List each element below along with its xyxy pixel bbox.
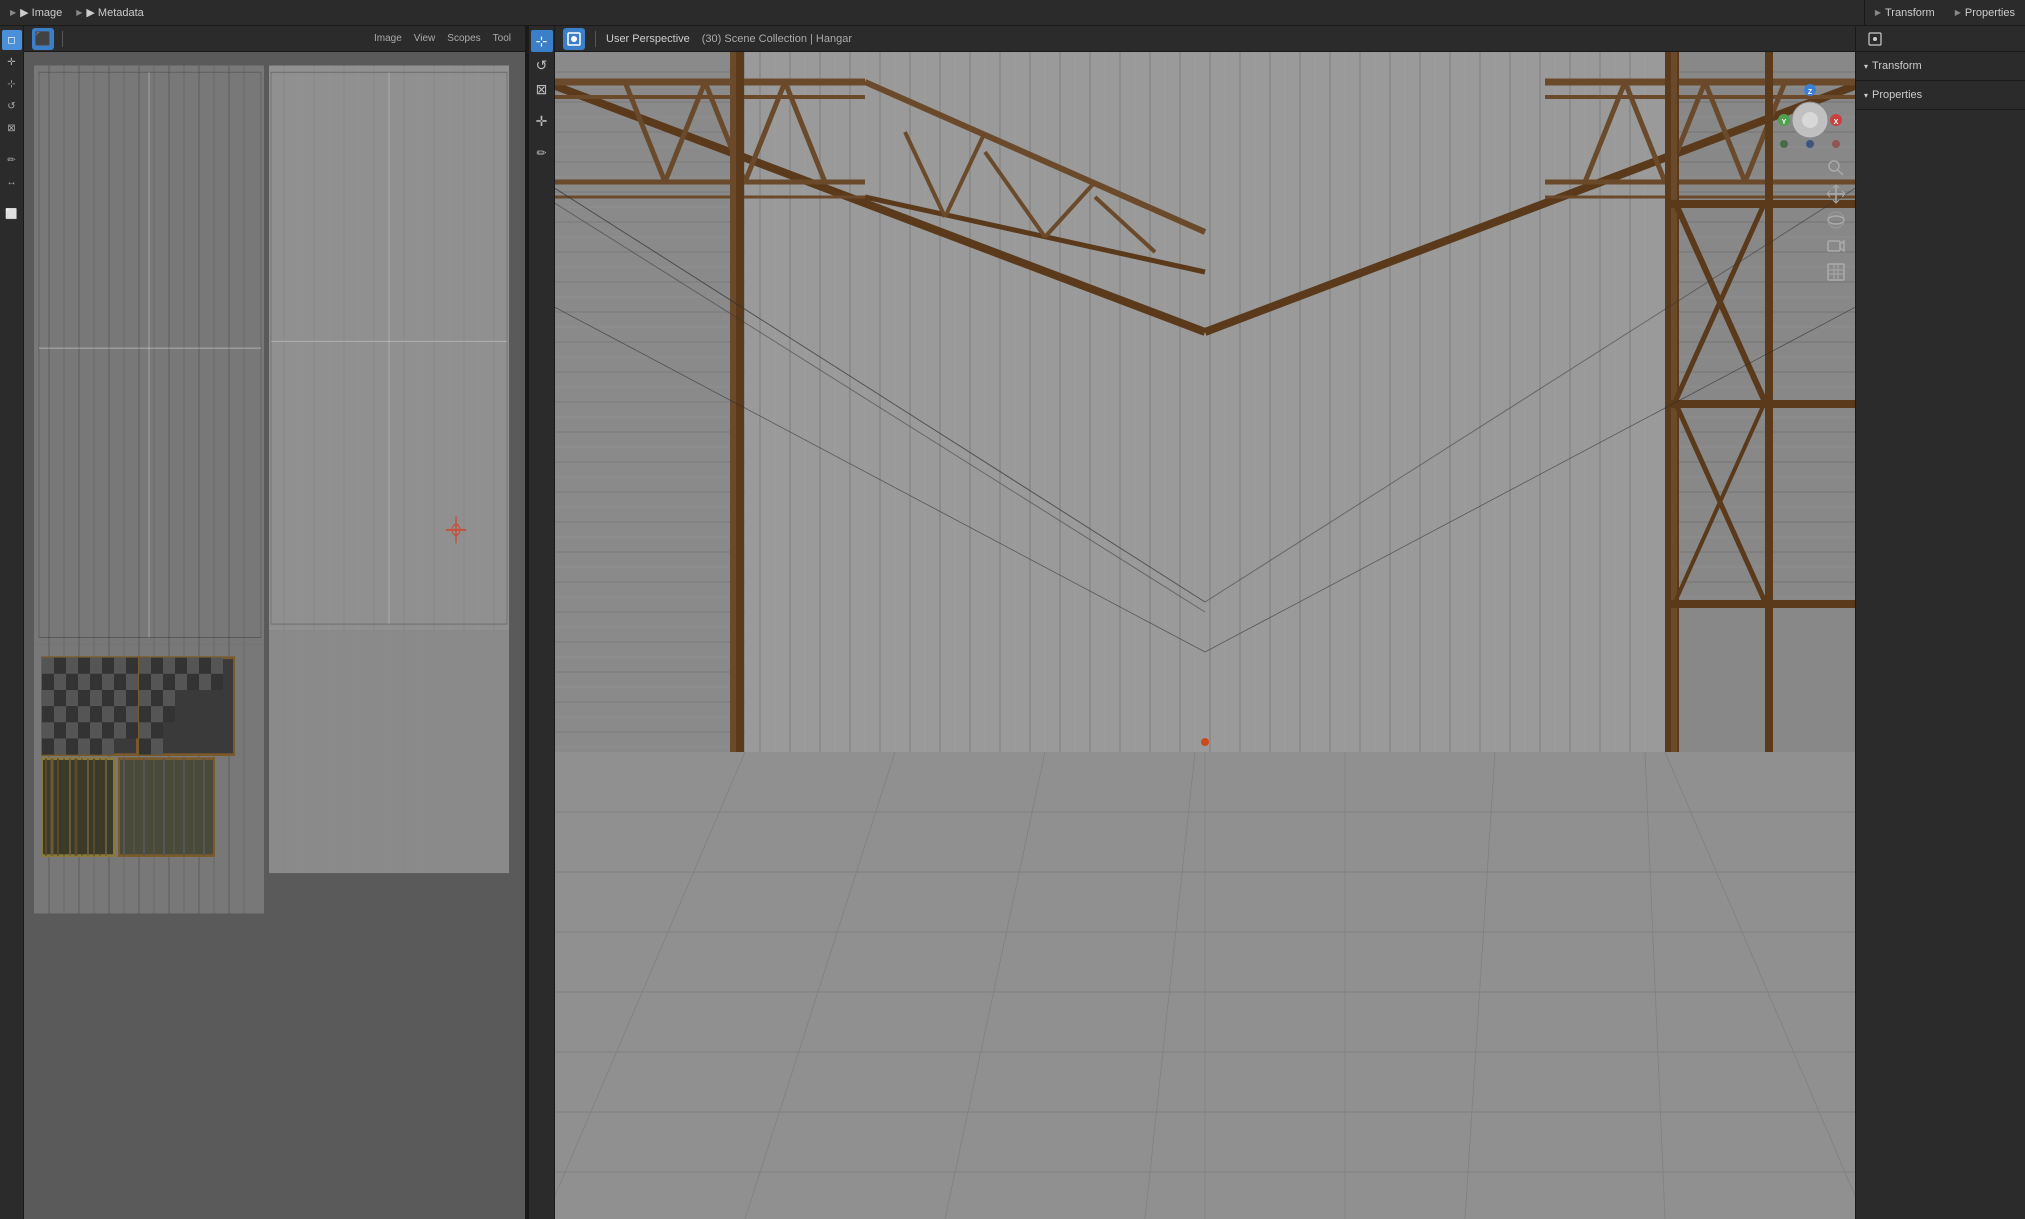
properties-section-label: Properties bbox=[1872, 89, 1922, 101]
right-sidebar-panel: ▾ Transform ▾ Properties bbox=[1855, 26, 2025, 1219]
uv-top-toolbar: ⬛ Image View Scopes Tool bbox=[24, 26, 525, 52]
uv-rotate-tool[interactable]: ↺ bbox=[2, 96, 22, 116]
viewport-scale-tool[interactable]: ⊠ bbox=[531, 78, 553, 100]
uv-editor-panel: ◻ ✛ ⊹ ↺ ⊠ ✏ ↔ ⬜ ⬛ Image View Scopes Tool bbox=[0, 26, 525, 1219]
tab-tool[interactable]: Tool bbox=[487, 26, 517, 51]
svg-text:Z: Z bbox=[1808, 89, 1813, 96]
transform-label: Transform bbox=[1885, 7, 1935, 19]
viewport-navigation-icons bbox=[1825, 157, 1847, 283]
uv-canvas-area[interactable] bbox=[24, 52, 525, 1219]
pan-view-icon[interactable] bbox=[1825, 183, 1847, 205]
menu-item-metadata[interactable]: ▶ ▶ Metadata bbox=[70, 4, 150, 21]
top-right-menu: ▶ Transform ▶ Properties bbox=[1864, 0, 2025, 26]
viewport-rotate-tool[interactable]: ↺ bbox=[531, 54, 553, 76]
properties-menu-item[interactable]: ▶ Properties bbox=[1945, 7, 2025, 19]
tab-view[interactable]: View bbox=[408, 26, 442, 51]
camera-view-icon[interactable] bbox=[1825, 235, 1847, 257]
svg-text:X: X bbox=[1834, 119, 1839, 126]
viewport-cursor-tool[interactable]: ✛ bbox=[531, 110, 553, 132]
uv-box-tool[interactable]: ⬜ bbox=[2, 204, 22, 224]
properties-section-header[interactable]: ▾ Properties bbox=[1864, 85, 2017, 105]
viewport-type-icon[interactable] bbox=[563, 28, 585, 50]
properties-arrow-icon: ▶ bbox=[1955, 8, 1961, 17]
hangar-scene[interactable]: Z X Y bbox=[555, 52, 1855, 1219]
uv-measure-tool[interactable]: ↔ bbox=[2, 172, 22, 192]
transform-section-header[interactable]: ▾ Transform bbox=[1864, 56, 2017, 76]
viewport-perspective-label: User Perspective bbox=[606, 33, 690, 45]
uv-scale-tool[interactable]: ⊠ bbox=[2, 118, 22, 138]
grid-view-icon[interactable] bbox=[1825, 261, 1847, 283]
properties-chevron-icon: ▾ bbox=[1864, 91, 1868, 100]
menu-item-image[interactable]: ▶ ▶ Image bbox=[4, 4, 68, 21]
viewport-annotate-tool[interactable]: ✏ bbox=[531, 142, 553, 164]
svg-text:Y: Y bbox=[1782, 119, 1787, 126]
viewport-3d-panel: ⊹ ↺ ⊠ ✛ ✏ User Perspective (30) Scene Co… bbox=[529, 26, 1855, 1219]
viewport-scene-label: (30) Scene Collection | Hangar bbox=[702, 33, 852, 45]
transform-section: ▾ Transform bbox=[1856, 52, 2025, 81]
hangar-scene-svg bbox=[555, 52, 1855, 1219]
uv-header-select[interactable]: ⬛ bbox=[32, 28, 54, 50]
properties-label: Properties bbox=[1965, 7, 2015, 19]
orbit-view-icon[interactable] bbox=[1825, 209, 1847, 231]
uv-move-tool[interactable]: ⊹ bbox=[2, 74, 22, 94]
uv-select-tool[interactable]: ◻ bbox=[2, 30, 22, 50]
uv-annotate-tool[interactable]: ✏ bbox=[2, 150, 22, 170]
top-menu-bar: ▶ ▶ Image ▶ ▶ Metadata ✛ ✋ bbox=[0, 0, 2025, 26]
properties-section: ▾ Properties bbox=[1856, 81, 2025, 110]
uv-scene-svg bbox=[24, 52, 525, 1219]
transform-arrow-icon: ▶ bbox=[1875, 8, 1881, 17]
viewport-left-toolbar: ⊹ ↺ ⊠ ✛ ✏ bbox=[529, 26, 555, 1219]
zoom-view-icon[interactable] bbox=[1825, 157, 1847, 179]
uv-cursor-tool[interactable]: ✛ bbox=[2, 52, 22, 72]
sidebar-properties-icon[interactable] bbox=[1864, 28, 1886, 50]
transform-chevron-icon: ▾ bbox=[1864, 62, 1868, 71]
tab-scopes[interactable]: Scopes bbox=[441, 26, 486, 51]
right-sidebar-header bbox=[1856, 26, 2025, 52]
viewport-header: User Perspective (30) Scene Collection |… bbox=[555, 26, 1855, 52]
uv-left-toolbar: ◻ ✛ ⊹ ↺ ⊠ ✏ ↔ ⬜ bbox=[0, 26, 24, 1219]
tab-image[interactable]: Image bbox=[368, 26, 408, 51]
transform-section-label: Transform bbox=[1872, 60, 1922, 72]
transform-menu-item[interactable]: ▶ Transform bbox=[1865, 7, 1945, 19]
navigation-gizmo[interactable]: Z X Y bbox=[1778, 82, 1843, 147]
viewport-move-tool[interactable]: ⊹ bbox=[531, 30, 553, 52]
